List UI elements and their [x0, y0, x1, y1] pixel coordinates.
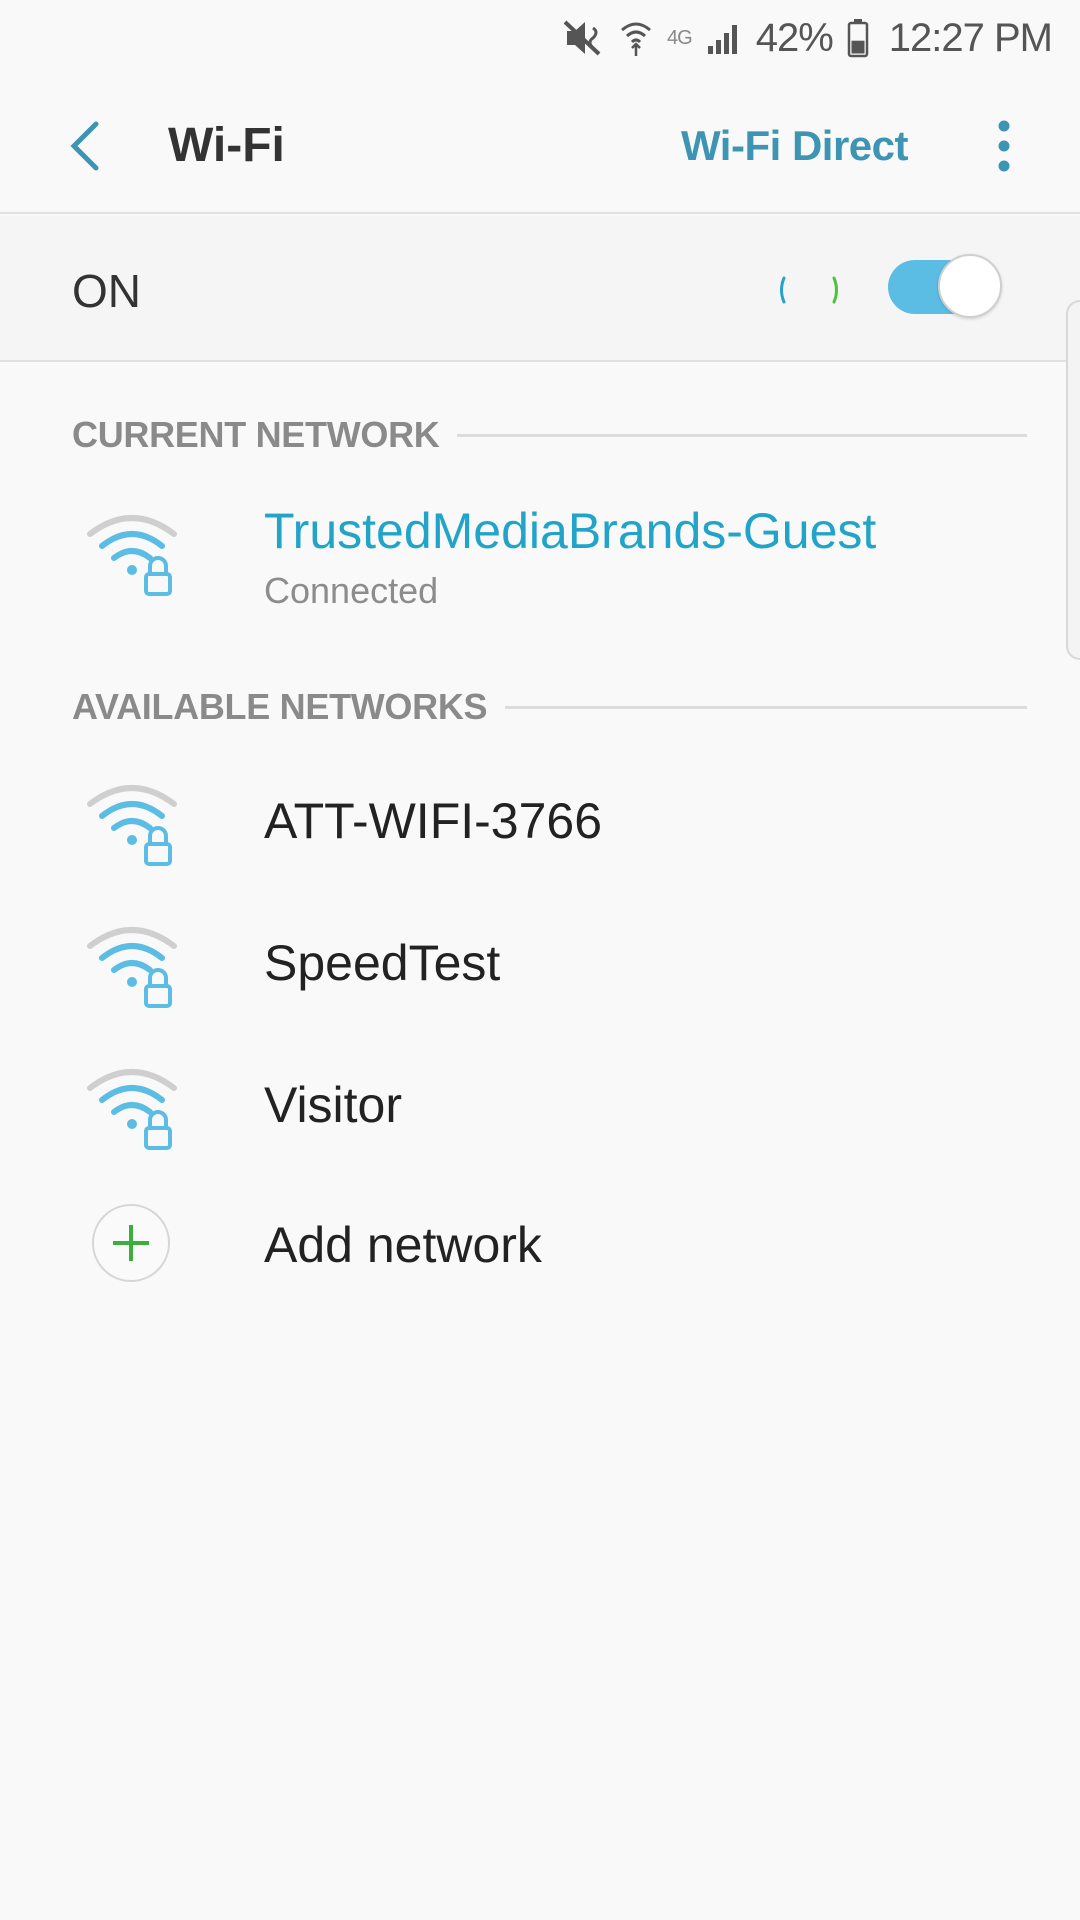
mute-vibrate-icon — [563, 18, 605, 58]
network-type-label: 4G — [667, 26, 693, 49]
battery-percent: 42% — [755, 15, 834, 60]
add-network-label: Add network — [264, 1217, 542, 1273]
wifi-toggle-switch[interactable] — [886, 254, 1002, 320]
section-divider — [457, 433, 1027, 437]
section-divider — [505, 705, 1027, 709]
edge-panel-handle[interactable] — [1066, 300, 1080, 660]
wifi-state-label: ON — [72, 265, 141, 317]
network-name: SpeedTest — [264, 935, 501, 991]
wifi-direct-button[interactable]: Wi-Fi Direct — [681, 122, 908, 170]
current-network-status: Connected — [264, 570, 439, 611]
wifi-secured-icon — [87, 785, 177, 866]
plus-icon — [113, 1225, 149, 1261]
wifi-data-icon — [619, 18, 653, 58]
add-network-icon — [92, 1204, 170, 1282]
network-row-visitor[interactable]: Visitor — [0, 1044, 1080, 1174]
chevron-left-icon — [70, 121, 99, 171]
available-networks-header: AVAILABLE NETWORKS — [72, 682, 1027, 732]
status-bar: 4G 42% 12:27 PM — [0, 0, 1080, 76]
wifi-master-switch-row[interactable]: ON — [0, 216, 1080, 362]
current-network-header: CURRENT NETWORK — [72, 410, 1027, 460]
more-options-button[interactable] — [974, 114, 1034, 178]
wifi-settings-screen: 4G 42% 12:27 PM Wi-Fi Wi-Fi Direct ON CU… — [0, 0, 1080, 1920]
current-network-name: TrustedMediaBrands-Guest — [264, 503, 877, 559]
clock: 12:27 PM — [888, 15, 1053, 60]
section-title: AVAILABLE NETWORKS — [72, 686, 488, 727]
battery-icon — [847, 18, 869, 58]
back-button[interactable] — [56, 114, 116, 178]
app-bar: Wi-Fi Wi-Fi Direct — [0, 76, 1080, 214]
network-name: ATT-WIFI-3766 — [264, 793, 603, 849]
wifi-secured-icon — [87, 1069, 177, 1150]
current-network-row[interactable]: TrustedMediaBrands-Guest Connected — [0, 490, 1080, 620]
network-name: Visitor — [264, 1077, 403, 1133]
add-network-row[interactable]: Add network — [0, 1180, 1080, 1310]
network-row-speedtest[interactable]: SpeedTest — [0, 902, 1080, 1032]
network-row-att-wifi-3766[interactable]: ATT-WIFI-3766 — [0, 760, 1080, 890]
wifi-secured-icon — [87, 515, 177, 596]
wifi-secured-icon — [87, 927, 177, 1008]
more-vertical-icon — [998, 120, 1010, 172]
section-title: CURRENT NETWORK — [72, 414, 440, 455]
scanning-indicator-icon — [780, 276, 838, 304]
signal-icon — [706, 20, 742, 56]
page-title: Wi-Fi — [168, 119, 285, 172]
switch-thumb — [938, 254, 1002, 318]
